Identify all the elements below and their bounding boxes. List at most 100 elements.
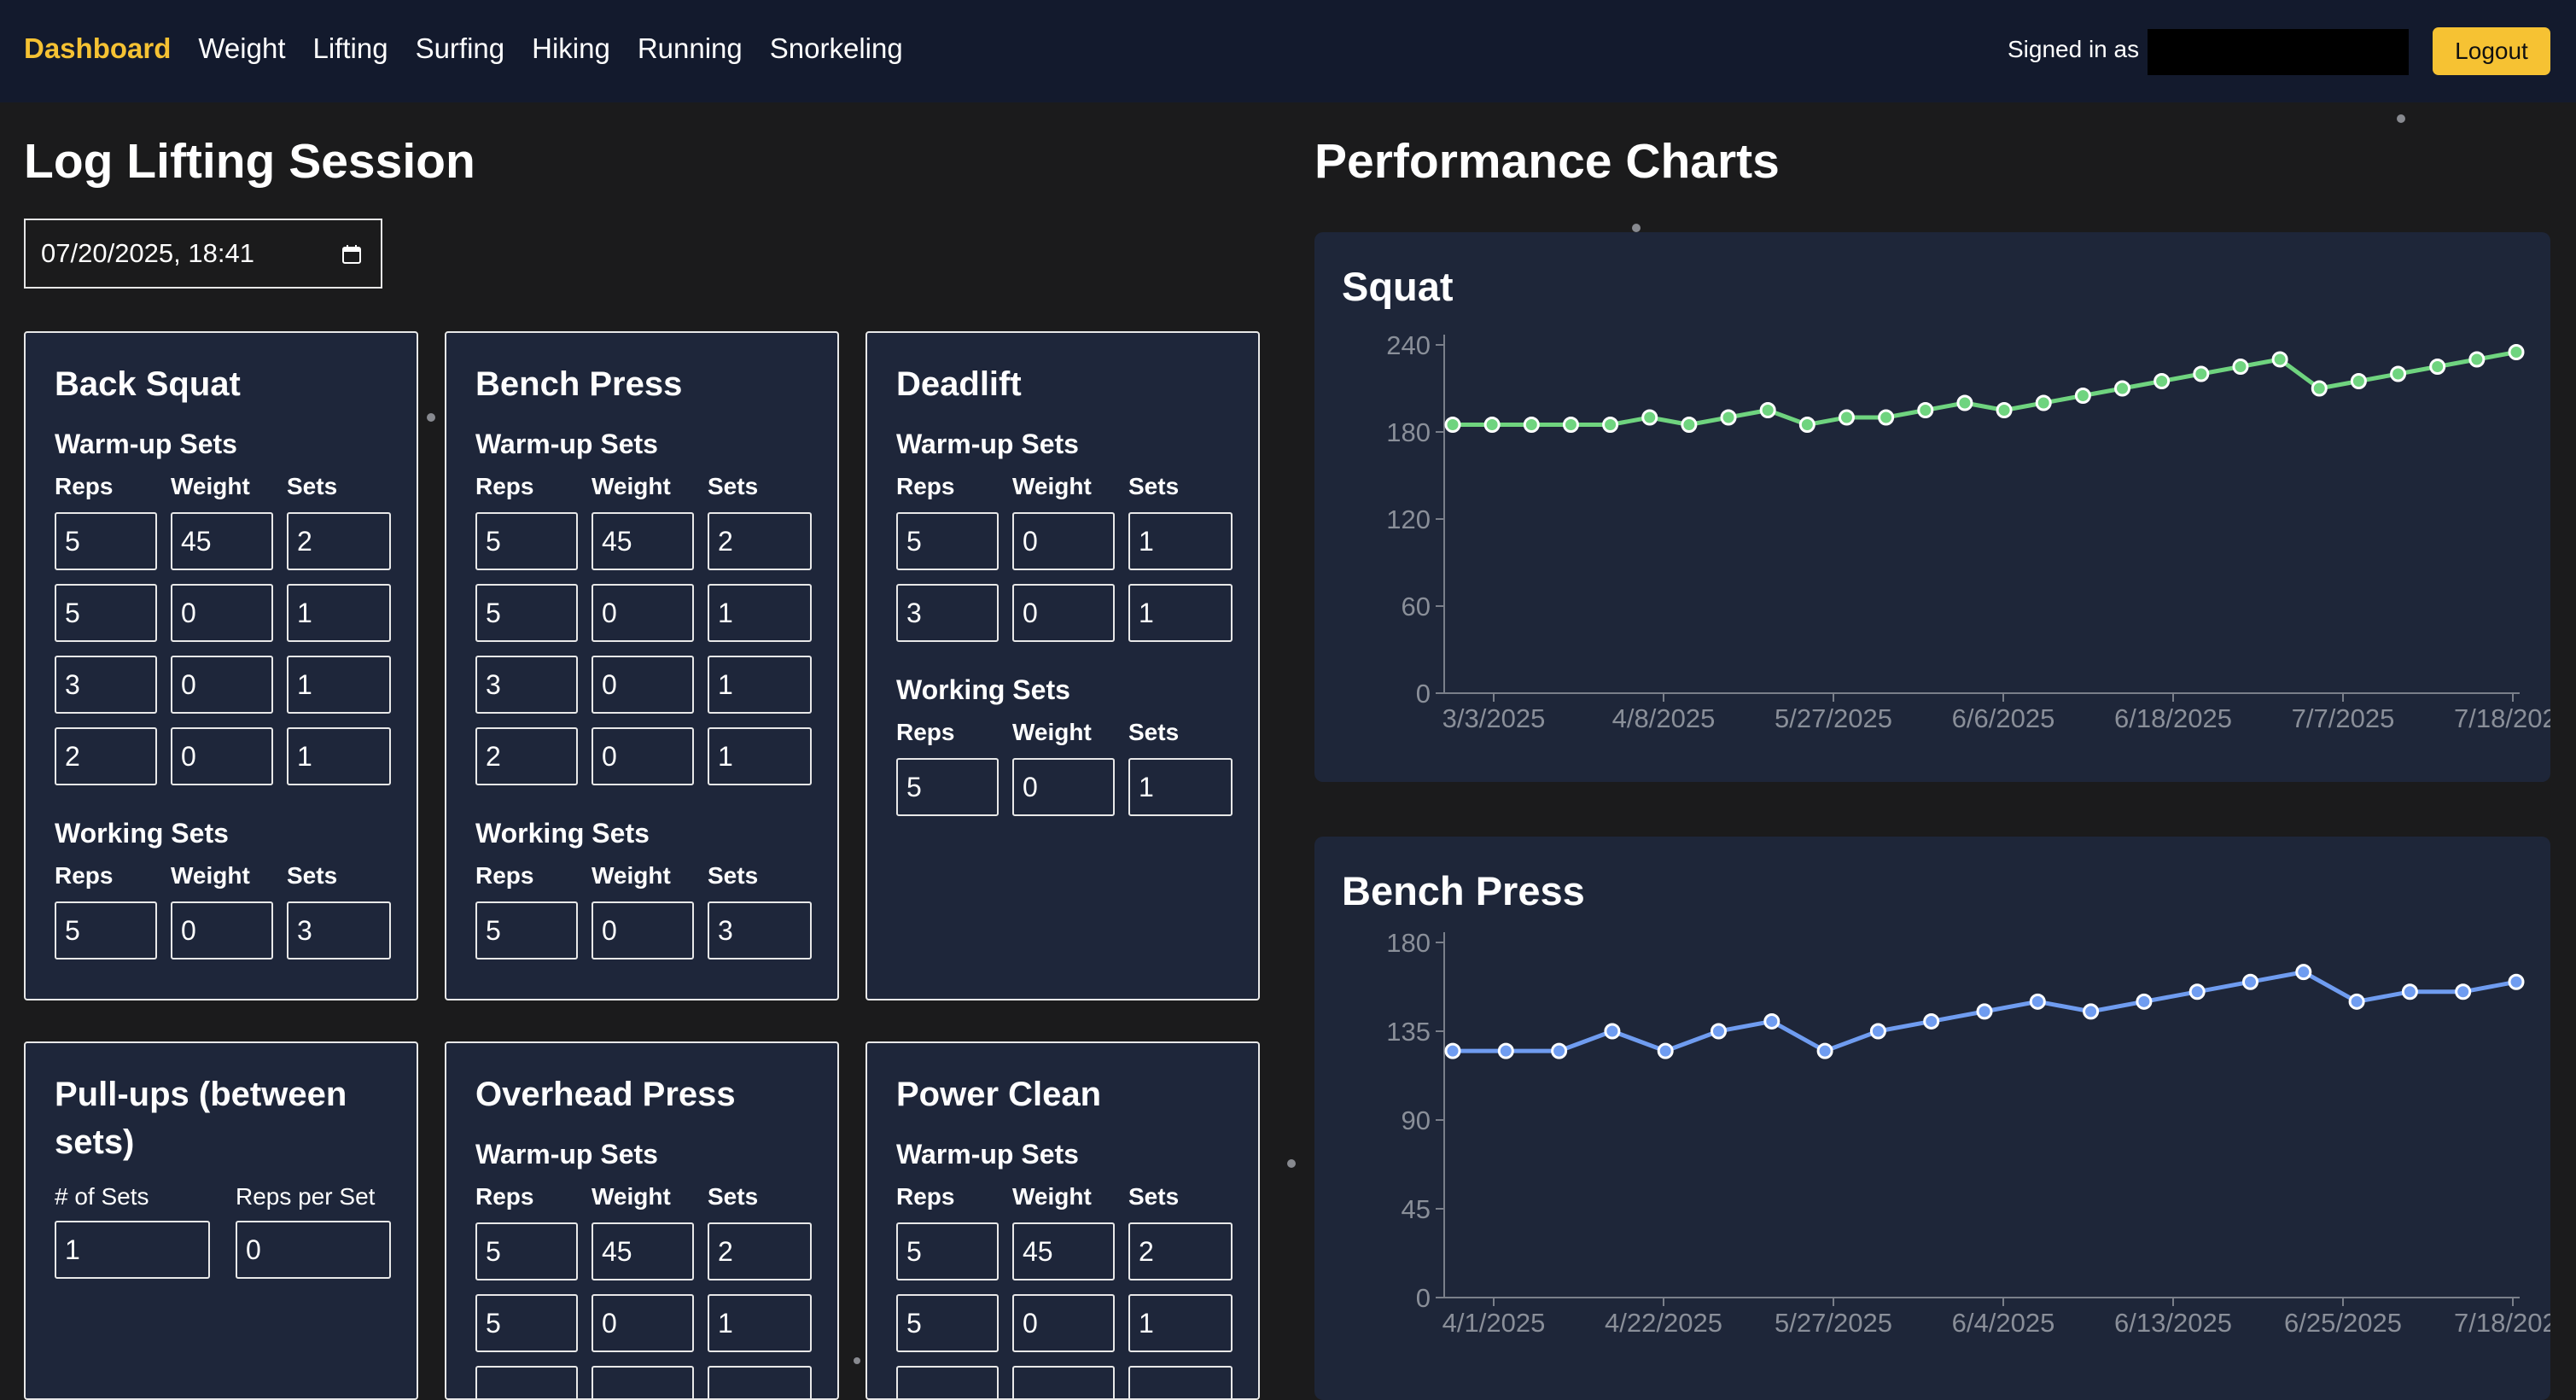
warmup-reps-input[interactable] (475, 1222, 578, 1280)
nav-dashboard[interactable]: Dashboard (24, 32, 171, 65)
warmup-weight-input[interactable] (171, 656, 273, 714)
nav-running[interactable]: Running (638, 32, 743, 65)
warmup-reps-input-partial[interactable] (475, 1366, 578, 1398)
weight-column-label: Weight (1012, 473, 1092, 499)
warmup-reps-input[interactable] (896, 512, 999, 570)
nav-lifting[interactable]: Lifting (313, 32, 388, 65)
working-reps-input[interactable] (475, 901, 578, 960)
working-sets-input[interactable] (287, 901, 391, 960)
decorative-dot (2397, 114, 2405, 123)
warmup-sets-input[interactable] (1128, 584, 1233, 642)
warmup-weight-input[interactable] (592, 727, 694, 785)
squat-x-tick-label: 3/3/2025 (1442, 703, 1546, 733)
warmup-weight-input[interactable] (592, 512, 694, 570)
working-weight-input[interactable] (1012, 758, 1115, 816)
warmup-sets-input[interactable] (1128, 512, 1233, 570)
decorative-dot (854, 1357, 860, 1364)
warmup-weight-input[interactable] (1012, 512, 1115, 570)
warmup-sets-input-partial[interactable] (708, 1366, 812, 1398)
calendar-icon[interactable] (341, 244, 362, 265)
working-weight-input[interactable] (592, 901, 694, 960)
num-sets-input[interactable] (55, 1221, 210, 1279)
warmup-sets-input[interactable] (708, 656, 812, 714)
warmup-sets-heading: Warm-up Sets (475, 1139, 658, 1170)
working-reps-input[interactable] (55, 901, 157, 960)
decorative-dot (1632, 224, 1641, 232)
warmup-sets-input[interactable] (708, 512, 812, 570)
working-weight-input[interactable] (171, 901, 273, 960)
warmup-sets-input[interactable] (287, 727, 391, 785)
sets-column-label: Sets (287, 862, 338, 889)
warmup-reps-input[interactable] (475, 656, 578, 714)
bench-press-data-point (1497, 1042, 1514, 1059)
squat-x-tick-label: 7/7/2025 (2292, 703, 2395, 733)
logout-button[interactable]: Logout (2433, 27, 2550, 75)
warmup-sets-input[interactable] (287, 584, 391, 642)
bench-press-data-point (1551, 1042, 1568, 1059)
warmup-reps-input[interactable] (475, 512, 578, 570)
squat-y-tick-label: 240 (1386, 330, 1431, 360)
warmup-reps-input[interactable] (896, 1222, 999, 1280)
warmup-sets-input[interactable] (708, 1222, 812, 1280)
working-sets-input[interactable] (1128, 758, 1233, 816)
warmup-reps-input[interactable] (896, 1294, 999, 1352)
session-datetime-input[interactable]: 07/20/2025, 18:41 (24, 219, 382, 289)
nav-surfing[interactable]: Surfing (416, 32, 505, 65)
squat-x-tick-label: 6/18/2025 (2114, 703, 2232, 733)
warmup-reps-input[interactable] (475, 584, 578, 642)
warmup-weight-input[interactable] (171, 512, 273, 570)
warmup-weight-input[interactable] (171, 727, 273, 785)
warmup-reps-input[interactable] (475, 1294, 578, 1352)
warmup-sets-input[interactable] (1128, 1222, 1233, 1280)
warmup-weight-input[interactable] (171, 584, 273, 642)
warmup-reps-input[interactable] (55, 656, 157, 714)
nav-snorkeling[interactable]: Snorkeling (770, 32, 903, 65)
warmup-reps-input[interactable] (896, 584, 999, 642)
working-sets-input[interactable] (708, 901, 812, 960)
squat-x-tick-label: 6/6/2025 (1952, 703, 2055, 733)
warmup-weight-input-partial[interactable] (1012, 1366, 1115, 1398)
warmup-weight-input[interactable] (592, 1222, 694, 1280)
working-sets-heading: Working Sets (475, 818, 650, 849)
warmup-sets-input[interactable] (708, 584, 812, 642)
decorative-dot (1287, 1159, 1296, 1168)
warmup-weight-input-partial[interactable] (592, 1366, 694, 1398)
bench-press-title: Bench Press (475, 365, 683, 403)
warmup-sets-input[interactable] (287, 512, 391, 570)
warmup-weight-input[interactable] (1012, 1294, 1115, 1352)
squat-data-point (2350, 373, 2367, 389)
warmup-reps-input[interactable] (55, 584, 157, 642)
warmup-reps-input[interactable] (55, 512, 157, 570)
sets-column-label: Sets (1128, 719, 1180, 745)
warmup-weight-input[interactable] (592, 656, 694, 714)
bench-press-y-tick-label: 135 (1386, 1017, 1431, 1047)
warmup-sets-input[interactable] (708, 1294, 812, 1352)
warmup-weight-input[interactable] (592, 1294, 694, 1352)
reps-per-set-input[interactable] (236, 1221, 391, 1279)
warmup-sets-input[interactable] (287, 656, 391, 714)
warmup-sets-heading: Warm-up Sets (55, 429, 237, 459)
squat-data-point (2390, 365, 2407, 382)
squat-data-point (2114, 380, 2131, 397)
warmup-sets-input[interactable] (1128, 1294, 1233, 1352)
warmup-weight-input[interactable] (592, 584, 694, 642)
nav-hiking[interactable]: Hiking (532, 32, 610, 65)
bench-press-data-point (2029, 993, 2046, 1010)
warmup-reps-input-partial[interactable] (896, 1366, 999, 1398)
reps-per-set-label: Reps per Set (236, 1183, 376, 1210)
bench-press-data-point (2455, 983, 2472, 1000)
decorative-dot (427, 413, 435, 422)
warmup-reps-input[interactable] (55, 727, 157, 785)
warmup-weight-input[interactable] (1012, 584, 1115, 642)
power-clean-title: Power Clean (896, 1076, 1102, 1113)
redacted-username (2148, 29, 2409, 75)
warmup-weight-input[interactable] (1012, 1222, 1115, 1280)
warmup-sets-input[interactable] (708, 727, 812, 785)
nav-weight[interactable]: Weight (198, 32, 285, 65)
working-reps-input[interactable] (896, 758, 999, 816)
squat-data-point (1602, 417, 1619, 433)
bench-press-data-point (2401, 983, 2418, 1000)
squat-data-point (1681, 417, 1698, 433)
warmup-sets-input-partial[interactable] (1128, 1366, 1233, 1398)
warmup-reps-input[interactable] (475, 727, 578, 785)
